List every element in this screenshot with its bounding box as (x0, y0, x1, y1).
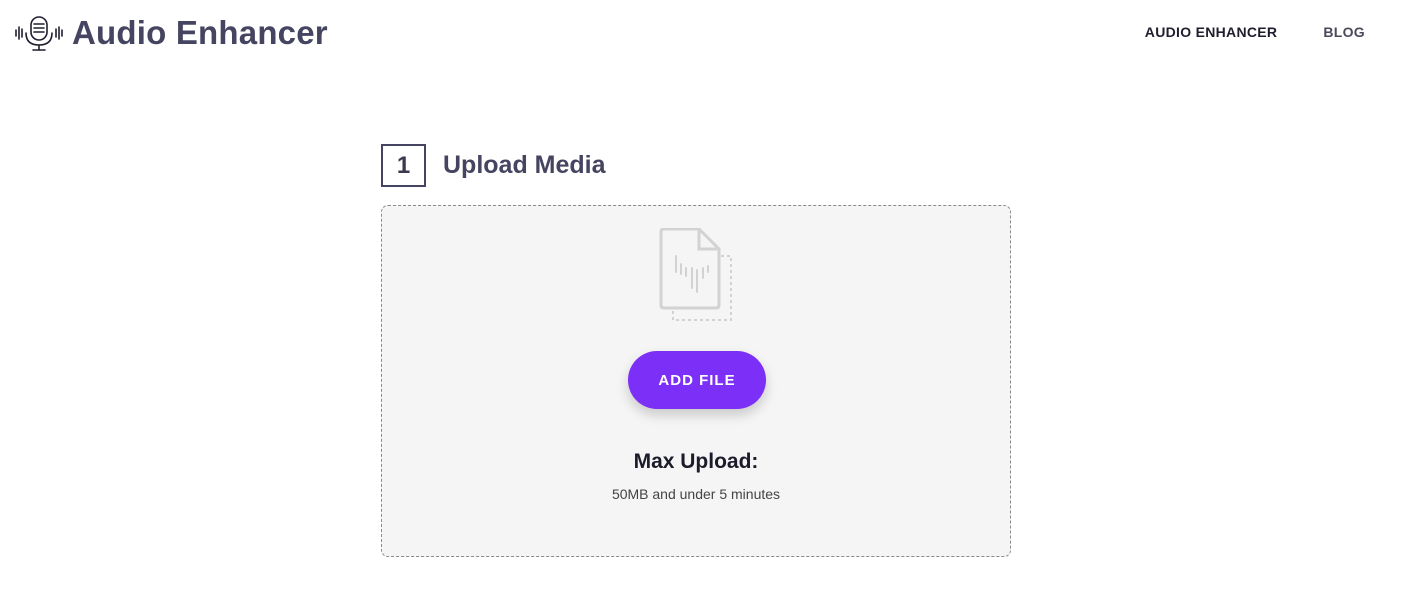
upload-dropzone[interactable]: ADD FILE Max Upload: 50MB and under 5 mi… (381, 205, 1011, 557)
upload-step-header: 1 Upload Media (381, 144, 606, 187)
nav-audio-enhancer[interactable]: AUDIO ENHANCER (1145, 24, 1278, 40)
nav-blog[interactable]: BLOG (1323, 24, 1365, 40)
logo-text: Audio Enhancer (72, 14, 328, 51)
main-nav: AUDIO ENHANCER BLOG (1145, 24, 1365, 40)
step-title: Upload Media (443, 151, 606, 179)
logo-link[interactable]: Audio Enhancer (14, 14, 328, 52)
audio-file-icon (659, 228, 732, 321)
site-header: Audio Enhancer AUDIO ENHANCER BLOG (0, 0, 1413, 66)
add-file-button[interactable]: ADD FILE (628, 351, 766, 409)
max-upload-subtitle: 50MB and under 5 minutes (611, 486, 781, 502)
step-number: 1 (381, 144, 426, 187)
max-upload-title: Max Upload: (633, 450, 759, 473)
microphone-waveform-icon (15, 16, 63, 51)
